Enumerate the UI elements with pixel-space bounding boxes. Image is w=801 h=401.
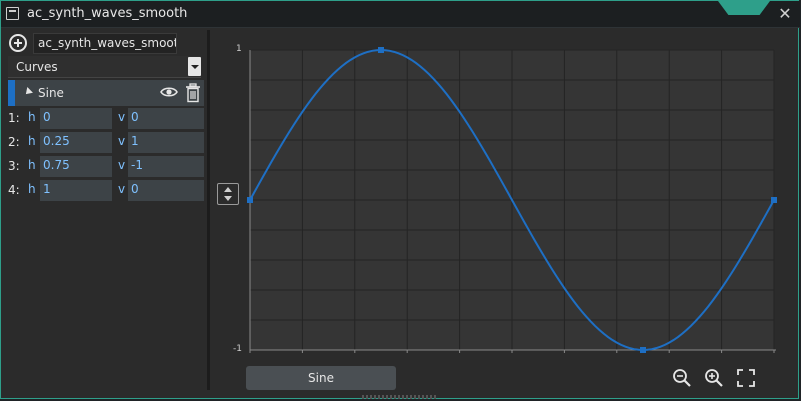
legend-button-sine[interactable]: Sine — [246, 366, 396, 390]
panel-splitter[interactable] — [207, 30, 210, 390]
v-value-field[interactable]: 0 — [128, 108, 204, 129]
h-label: h — [28, 110, 36, 124]
curve-graph[interactable] — [212, 30, 797, 360]
trash-icon[interactable] — [185, 83, 201, 103]
h-value-field[interactable]: 0.75 — [40, 156, 112, 177]
point-index: 1: — [8, 111, 20, 125]
curve-list-panel: ac_synth_waves_smooth Curves Sine 1: h 0 v 0… — [6, 30, 206, 390]
window-title: ac_synth_waves_smooth — [27, 6, 188, 21]
resize-grip[interactable] — [362, 395, 438, 399]
v-value-field[interactable]: 1 — [128, 132, 204, 153]
point-row: 1: h 0 v 0 — [8, 108, 204, 129]
curves-dropdown[interactable]: Curves — [8, 56, 201, 78]
h-value-field[interactable]: 1 — [40, 180, 112, 201]
h-value-field[interactable]: 0 — [40, 108, 112, 129]
point-row: 4: h 1 v 0 — [8, 180, 204, 201]
v-label: v — [118, 182, 126, 196]
control-point — [378, 47, 384, 53]
expand-vertical-icon[interactable] — [217, 183, 239, 205]
add-curve-button[interactable] — [9, 34, 27, 52]
h-label: h — [28, 182, 36, 196]
v-label: v — [118, 110, 126, 124]
chevron-down-icon[interactable] — [188, 57, 201, 76]
curve-header-sine[interactable]: Sine — [8, 80, 204, 106]
v-value-field[interactable]: 0 — [128, 180, 204, 201]
v-label: v — [118, 134, 126, 148]
point-index: 4: — [8, 183, 20, 197]
h-label: h — [28, 158, 36, 172]
fit-view-icon[interactable] — [735, 367, 757, 389]
control-point — [771, 197, 777, 203]
dropdown-value: Curves — [16, 60, 58, 74]
title-accent-notch — [718, 1, 770, 15]
y-min-label: -1 — [233, 344, 242, 354]
title-bar[interactable]: ac_synth_waves_smooth ✕ — [1, 1, 800, 28]
close-icon[interactable]: ✕ — [776, 5, 794, 23]
zoom-in-icon[interactable] — [703, 367, 725, 389]
point-row: 3: h 0.75 v -1 — [8, 156, 204, 177]
h-value-field[interactable]: 0.25 — [40, 132, 112, 153]
control-point — [247, 197, 253, 203]
y-max-label: 1 — [236, 44, 242, 54]
v-value-field[interactable]: -1 — [128, 156, 204, 177]
window-icon — [6, 7, 19, 20]
control-point — [640, 347, 646, 353]
curve-color-swatch — [8, 80, 15, 106]
curve-name: Sine — [38, 86, 64, 100]
curve-asset-name-input[interactable]: ac_synth_waves_smooth — [33, 33, 177, 54]
expand-triangle-icon[interactable] — [23, 87, 33, 97]
point-index: 2: — [8, 135, 20, 149]
zoom-out-icon[interactable] — [671, 367, 693, 389]
eye-icon[interactable] — [160, 85, 178, 99]
point-index: 3: — [8, 159, 20, 173]
h-label: h — [28, 134, 36, 148]
v-label: v — [118, 158, 126, 172]
point-row: 2: h 0.25 v 1 — [8, 132, 204, 153]
